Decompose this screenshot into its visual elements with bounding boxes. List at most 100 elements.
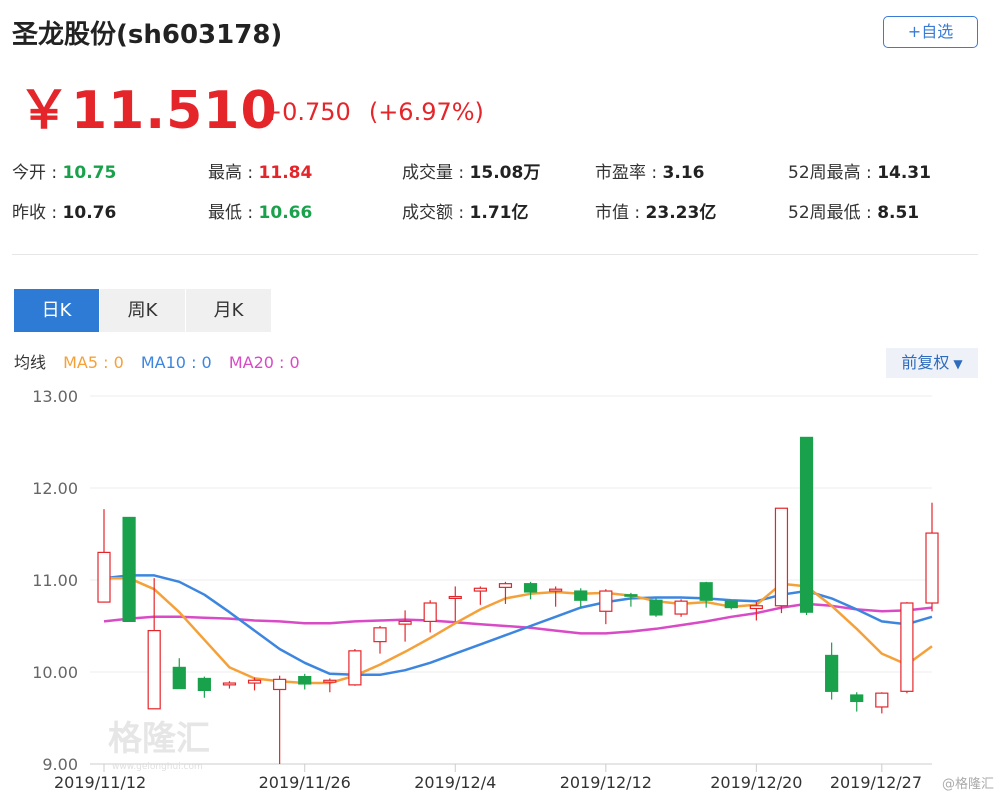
candle-body <box>674 600 688 615</box>
candle-body <box>323 679 337 683</box>
stat-label: 市值 <box>595 203 629 223</box>
candle-body <box>247 679 262 684</box>
change-amount: +0.750 <box>262 98 351 126</box>
candle <box>875 692 889 714</box>
candle-body <box>97 551 111 603</box>
candle-body <box>122 516 136 623</box>
stat-value: 15.08万 <box>469 163 541 183</box>
candle-body <box>599 590 613 612</box>
add-to-watchlist-button[interactable]: +自选 <box>883 16 978 48</box>
candle-body <box>222 682 237 686</box>
candle <box>774 507 789 614</box>
candle <box>574 588 588 608</box>
ma-legend-title: 均线 <box>14 353 47 372</box>
candle <box>97 509 111 603</box>
candle-body <box>423 602 437 622</box>
watermark-logo: 格隆汇 <box>108 719 210 759</box>
stat-label: 52周最高 <box>788 163 861 183</box>
stat-label: 成交量 <box>402 163 453 183</box>
candle-body <box>473 587 487 592</box>
tab-monthly-k[interactable]: 月K <box>186 289 271 332</box>
caret-down-icon: ▼ <box>953 357 963 371</box>
candle <box>222 681 237 689</box>
candle-body <box>498 583 513 588</box>
tab-weekly-k[interactable]: 周K <box>100 289 185 332</box>
divider <box>12 254 978 255</box>
candle-body <box>774 507 789 607</box>
stat-volume: 成交量 : 15.08万 <box>402 163 541 183</box>
stat-value: 23.23亿 <box>645 203 717 223</box>
candle <box>850 692 864 712</box>
candle-body <box>172 666 186 690</box>
stat-value: 8.51 <box>877 203 920 223</box>
stat-market-cap: 市值 : 23.23亿 <box>595 203 717 223</box>
candle-body <box>348 650 362 686</box>
candle-body <box>875 692 889 708</box>
stat-label: 52周最低 <box>788 203 861 223</box>
candle <box>323 678 337 693</box>
candle-body <box>925 532 939 604</box>
candle <box>298 673 312 690</box>
page-title: 圣龙股份(sh603178) <box>12 20 283 50</box>
ma5-legend: MA5 : 0 <box>63 353 124 372</box>
candle <box>423 600 437 633</box>
candle-body <box>724 600 738 609</box>
stat-value: 1.71亿 <box>469 203 529 223</box>
stat-high: 最高 : 11.84 <box>208 163 313 183</box>
candle-body <box>624 594 638 597</box>
price-change: +0.750 (+6.97%) <box>262 98 484 126</box>
stat-value: 10.66 <box>258 203 313 223</box>
ma20-legend: MA20 : 0 <box>228 353 300 372</box>
stat-prev-close: 昨收 : 10.76 <box>12 203 117 223</box>
candle-body <box>298 676 312 685</box>
kline-period-tabs: 日K 周K 月K <box>14 289 272 332</box>
candle <box>197 676 211 698</box>
stat-turnover: 成交额 : 1.71亿 <box>402 203 529 223</box>
candle-body <box>398 620 412 625</box>
candle-body <box>799 436 814 613</box>
candle <box>674 599 688 617</box>
candle <box>398 610 412 642</box>
candle-body <box>549 588 563 592</box>
candle <box>273 675 287 764</box>
tab-daily-k[interactable]: 日K <box>14 289 99 332</box>
candle <box>523 581 538 600</box>
x-tick-label: 2019/12/12 <box>560 773 652 792</box>
x-tick-label: 2019/12/4 <box>414 773 496 792</box>
candle-body <box>147 630 161 710</box>
candle <box>373 626 387 654</box>
candle-body <box>649 599 663 616</box>
candle-body <box>749 605 763 610</box>
stat-low: 最低 : 10.66 <box>208 203 313 223</box>
current-price: ￥11.510 <box>18 81 278 141</box>
candle <box>825 642 839 700</box>
candle-body <box>373 627 387 643</box>
candle <box>925 502 939 612</box>
ma-legend: 均线 MA5 : 0 MA10 : 0 MA20 : 0 <box>14 349 312 373</box>
candle <box>900 602 914 694</box>
stat-value: 11.84 <box>258 163 313 183</box>
price-adjust-dropdown[interactable]: 前复权 ▼ <box>886 348 978 378</box>
candle-body <box>448 595 462 599</box>
y-tick-label: 13.00 <box>32 387 78 406</box>
change-percent: (+6.97%) <box>368 98 484 126</box>
stat-label: 最低 <box>208 203 242 223</box>
candle <box>172 658 186 690</box>
x-tick-label: 2019/11/12 <box>54 773 146 792</box>
stat-value: 10.76 <box>62 203 117 223</box>
y-tick-label: 10.00 <box>32 663 78 682</box>
candle <box>448 586 462 622</box>
candle-body <box>273 678 287 691</box>
stat-open: 今开 : 10.75 <box>12 163 117 183</box>
stat-value: 3.16 <box>662 163 705 183</box>
y-tick-label: 12.00 <box>32 479 78 498</box>
candle <box>799 436 814 615</box>
candle-body <box>825 654 839 692</box>
candle <box>724 600 738 610</box>
stat-52w-low: 52周最低 : 8.51 <box>788 203 920 223</box>
x-tick-label: 2019/11/26 <box>259 773 351 792</box>
stat-value: 14.31 <box>877 163 931 183</box>
stat-label: 市盈率 <box>595 163 646 183</box>
candle-body <box>699 582 713 601</box>
ma10-legend: MA10 : 0 <box>140 353 212 372</box>
